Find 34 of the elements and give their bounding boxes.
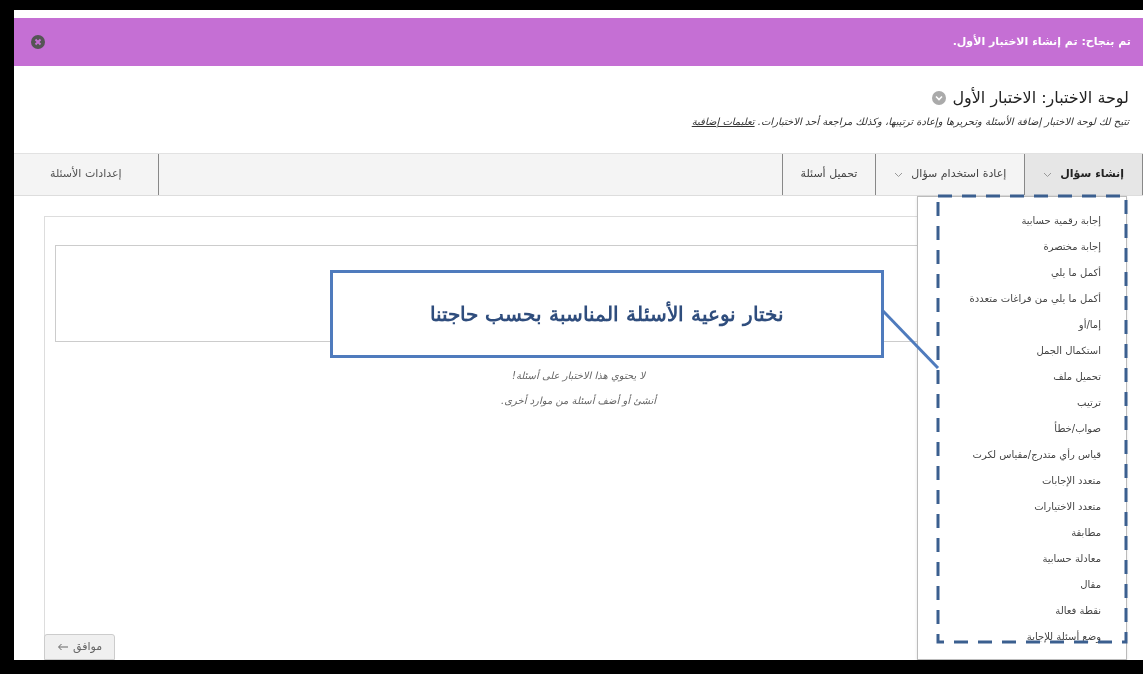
settings-tab[interactable]: إعدادات الأسئلة xyxy=(14,154,159,195)
menu-item[interactable]: معادلة حسابية xyxy=(918,545,1101,571)
menu-item[interactable]: قياس رأي متدرج/مقياس لكرت xyxy=(918,441,1101,467)
toolbar-tab[interactable]: إنشاء سؤال xyxy=(1024,154,1143,195)
menu-item[interactable]: إما/أو xyxy=(918,311,1101,337)
menu-item[interactable]: أكمل ما يلي من فراغات متعددة xyxy=(918,285,1101,311)
leader-line xyxy=(882,310,940,370)
toolbar-tab[interactable]: تحميل أسئلة xyxy=(781,154,876,195)
menu-item[interactable]: استكمال الجمل xyxy=(918,337,1101,363)
close-icon[interactable] xyxy=(31,35,45,49)
toolbar-tab[interactable]: إعادة استخدام سؤال xyxy=(875,154,1025,195)
empty-message: أنشئ أو أضف أسئلة من موارد أخرى. xyxy=(501,393,656,408)
menu-item[interactable]: متعدد الإجابات xyxy=(918,467,1101,493)
banner-message: تم بنجاح: تم إنشاء الاختبار الأول. xyxy=(952,33,1131,50)
menu-item[interactable]: أكمل ما يلي xyxy=(918,259,1101,285)
help-link[interactable]: تعليمات إضافية xyxy=(691,116,755,127)
menu-item[interactable]: إجابة مختصرة xyxy=(918,233,1101,259)
ok-button[interactable]: موافق xyxy=(44,634,116,660)
chevron-down-icon xyxy=(894,171,904,178)
menu-item[interactable]: مقال xyxy=(918,571,1101,597)
menu-item[interactable]: ترتيب xyxy=(918,389,1101,415)
menu-item[interactable]: نقطة فعالة xyxy=(918,597,1101,623)
menu-item[interactable]: مطابقة xyxy=(918,519,1101,545)
chevron-down-icon xyxy=(1043,171,1053,178)
arrow-left-icon xyxy=(57,643,69,651)
callout-box: نختار نوعية الأسئلة المناسبة بحسب حاجتنا xyxy=(330,270,884,358)
menu-item[interactable]: صواب/خطأ xyxy=(918,415,1101,441)
page-title: لوحة الاختبار: الاختبار الأول xyxy=(952,86,1129,110)
menu-item[interactable]: تحميل ملف xyxy=(918,363,1101,389)
empty-message: لا يحتوي هذا الاختبار على أسئلة! xyxy=(511,368,646,383)
menu-item[interactable]: متعدد الاختيارات xyxy=(918,493,1101,519)
chevron-down-icon[interactable] xyxy=(932,91,947,105)
description-text: تتيح لك لوحة الاختبار إضافة الأسئلة وتحريرها وإعادة ترتيبها، وكذلك مراجعة أحد الاختبارات. xyxy=(756,116,1129,127)
menu-item[interactable]: إجابة رقمية حسابية xyxy=(918,207,1101,233)
